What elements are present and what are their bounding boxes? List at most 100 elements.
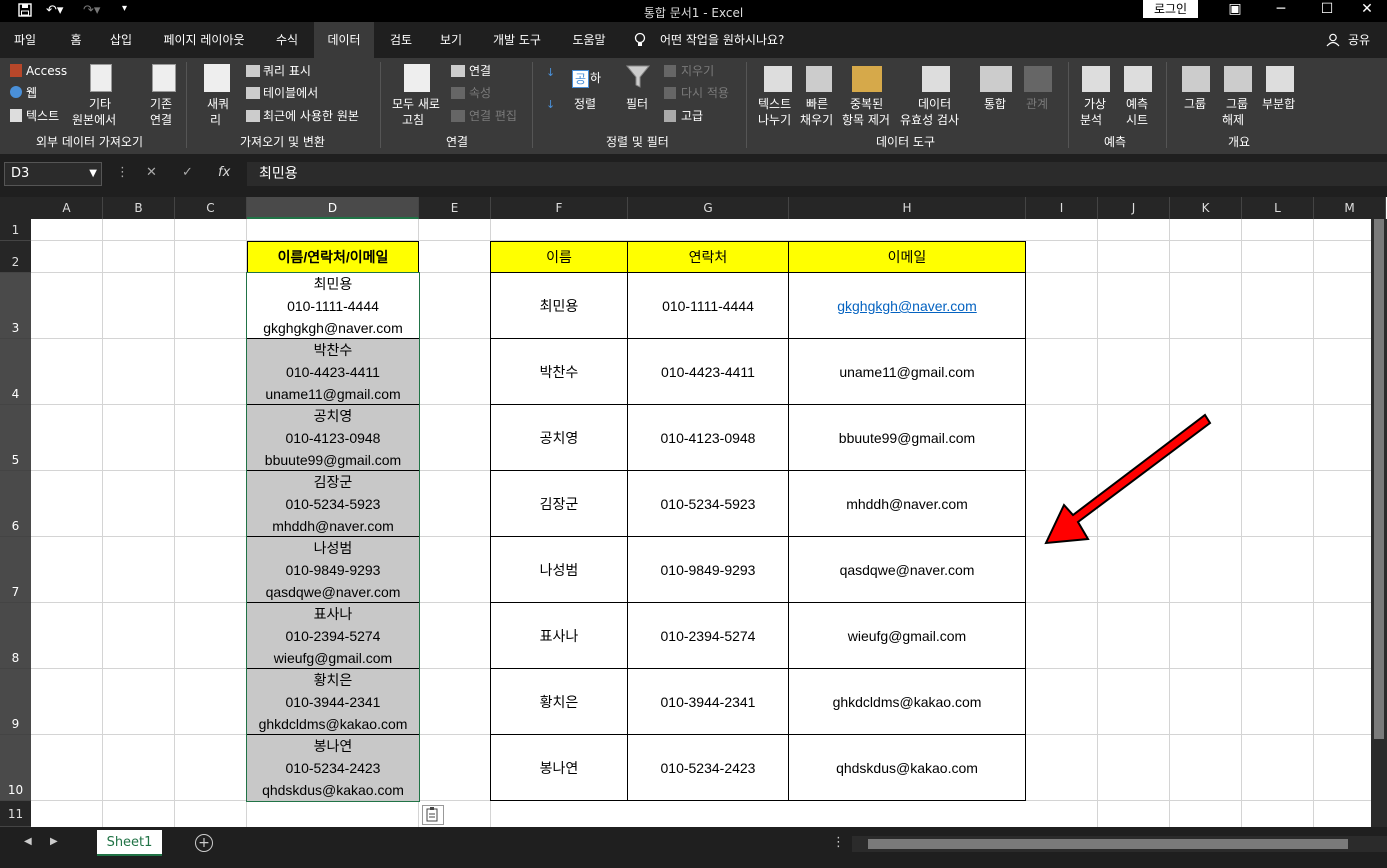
properties-button[interactable]: 속성 [469,85,491,101]
data-validation-label1[interactable]: 데이터 [918,96,951,112]
name-cell[interactable]: 최민용 [491,273,628,339]
header-name-cell[interactable]: 이름 [490,241,628,273]
advanced-filter-button[interactable]: 고급 [681,108,703,124]
add-sheet-icon[interactable]: + [195,834,213,852]
col-header-m[interactable]: M [1314,197,1386,219]
clear-button[interactable]: 지우기 [681,63,714,79]
phone-cell[interactable]: 010-5234-2423 [628,735,789,801]
col-header-e[interactable]: E [419,197,491,219]
col-header-l[interactable]: L [1242,197,1314,219]
sort-desc-icon[interactable]: ↓ [546,98,555,111]
row-header-9[interactable]: 9 [0,669,31,735]
forecast-sheet-label1[interactable]: 예측 [1126,96,1148,112]
col-header-g[interactable]: G [628,197,789,219]
connections-button[interactable]: 연결 [469,63,491,79]
tab-data[interactable]: 데이터 [314,22,374,58]
minimize-button[interactable]: ─ [1258,0,1304,20]
from-table-button[interactable]: 테이블에서 [263,85,318,101]
phone-cell[interactable]: 010-4123-0948 [628,405,789,471]
combined-cell[interactable]: 황치은 010-3944-2341 ghkdcldms@kakao.com [247,669,419,735]
tell-me-search[interactable]: 어떤 작업을 원하시나요? [660,22,800,58]
what-if-label2[interactable]: 분석 [1080,112,1102,128]
sort-button[interactable]: 정렬 [574,96,596,112]
name-cell[interactable]: 박찬수 [491,339,628,405]
phone-cell[interactable]: 010-5234-5923 [628,471,789,537]
tab-view[interactable]: 보기 [430,22,472,58]
recent-sources-button[interactable]: 최근에 사용한 원본 [263,108,359,124]
name-cell[interactable]: 표사나 [491,603,628,669]
combined-cell[interactable]: 나성범 010-9849-9293 qasdqwe@naver.com [247,537,419,603]
email-cell[interactable]: qhdskdus@kakao.com [789,735,1026,801]
email-cell[interactable]: wieufg@gmail.com [789,603,1026,669]
email-cell[interactable]: ghkdcldms@kakao.com [789,669,1026,735]
ungroup-label2[interactable]: 해제 [1222,112,1244,128]
tab-developer[interactable]: 개발 도구 [482,22,552,58]
other-sources-label1[interactable]: 기타 [89,96,111,112]
col-header-i[interactable]: I [1026,197,1098,219]
row-header-6[interactable]: 6 [0,471,31,537]
existing-connections-label2[interactable]: 연결 [150,112,172,128]
col-header-d[interactable]: D [247,197,419,219]
text-to-columns-label2[interactable]: 나누기 [758,112,791,128]
scroll-thumb[interactable] [1374,219,1384,739]
header-email-cell[interactable]: 이메일 [788,241,1026,273]
flash-fill-label1[interactable]: 빠른 [806,96,828,112]
row-header-3[interactable]: 3 [0,273,31,339]
split-handle-icon[interactable]: ⋮ [832,835,845,850]
row-header-4[interactable]: 4 [0,339,31,405]
col-header-h[interactable]: H [789,197,1026,219]
select-all-corner[interactable] [0,197,31,219]
name-cell[interactable]: 봉나연 [491,735,628,801]
email-cell[interactable]: gkghgkgh@naver.com [789,273,1026,339]
new-query-label1[interactable]: 새쿼 [207,96,229,112]
name-cell[interactable]: 황치은 [491,669,628,735]
row-header-10[interactable]: 10 [0,735,31,801]
consolidate-button[interactable]: 통합 [984,96,1006,112]
tab-home[interactable]: 홈 [58,22,94,58]
close-button[interactable]: ✕ [1344,0,1387,20]
row-header-8[interactable]: 8 [0,603,31,669]
relationships-button[interactable]: 관계 [1026,96,1048,112]
share-button[interactable]: 공유 [1344,22,1374,58]
tab-file[interactable]: 파일 [0,22,50,58]
sheet-tab-sheet1[interactable]: Sheet1 [97,830,162,856]
what-if-label1[interactable]: 가상 [1084,96,1106,112]
sort-az-icon[interactable]: 공 [572,70,590,88]
filter-button[interactable]: 필터 [626,96,648,112]
col-header-b[interactable]: B [103,197,175,219]
combined-cell[interactable]: 공치영 010-4123-0948 bbuute99@gmail.com [247,405,419,471]
name-cell[interactable]: 김장군 [491,471,628,537]
col-header-c[interactable]: C [175,197,247,219]
function-icon[interactable]: fx [218,165,230,180]
remove-duplicates-label1[interactable]: 중복된 [850,96,883,112]
hscroll-thumb[interactable] [868,839,1348,849]
combined-cell[interactable]: 봉나연 010-5234-2423 qhdskdus@kakao.com [247,735,419,801]
web-button[interactable]: 웹 [26,85,37,101]
combined-cell[interactable]: 표사나 010-2394-5274 wieufg@gmail.com [247,603,419,669]
reapply-button[interactable]: 다시 적용 [681,85,729,101]
tab-formulas[interactable]: 수식 [266,22,308,58]
phone-cell[interactable]: 010-1111-4444 [628,273,789,339]
phone-cell[interactable]: 010-9849-9293 [628,537,789,603]
email-cell[interactable]: bbuute99@gmail.com [789,405,1026,471]
tab-review[interactable]: 검토 [380,22,422,58]
row-header-1[interactable]: 1 [0,219,31,241]
phone-cell[interactable]: 010-2394-5274 [628,603,789,669]
ungroup-label1[interactable]: 그룹 [1226,96,1248,112]
combined-cell[interactable]: 최민용 010-1111-4444 gkghgkgh@naver.com [247,273,419,339]
col-header-j[interactable]: J [1098,197,1170,219]
col-header-k[interactable]: K [1170,197,1242,219]
subtotal-button[interactable]: 부분합 [1262,96,1295,112]
phone-cell[interactable]: 010-3944-2341 [628,669,789,735]
ribbon-display-icon[interactable]: ▣ [1212,0,1258,20]
text-to-columns-label1[interactable]: 텍스트 [758,96,791,112]
row-header-2[interactable]: 2 [0,241,31,273]
tab-insert[interactable]: 삽입 [100,22,142,58]
paste-options-icon[interactable] [422,805,444,825]
email-cell[interactable]: uname11@gmail.com [789,339,1026,405]
access-button[interactable]: Access [26,63,67,79]
other-sources-label2[interactable]: 원본에서 [72,112,116,128]
show-queries-button[interactable]: 쿼리 표시 [263,63,311,79]
flash-fill-label2[interactable]: 채우기 [800,112,833,128]
sort-asc-icon[interactable]: ↓ [546,66,555,79]
